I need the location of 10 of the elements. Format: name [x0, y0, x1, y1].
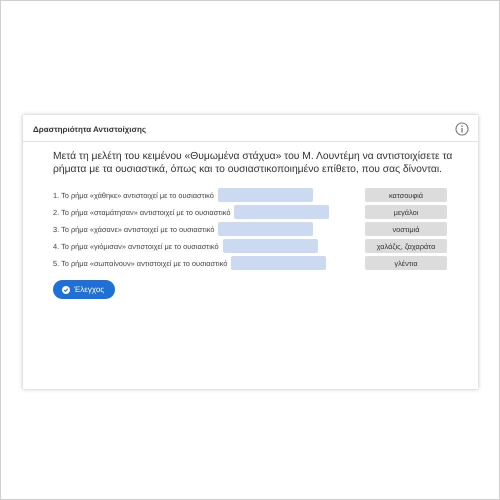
instruction-text: Μετά τη μελέτη του κειμένου «Θυμωμένα στάχυα» του Μ. Λουντέμη να αντιστοιχίσετε τα ρήματα με τα ουσιαστικά, όπως και το ουσιαστικοποιημένο επίθετο, που σας δίνονται. [53, 150, 454, 176]
answer-field[interactable] [218, 188, 313, 202]
check-icon [62, 286, 70, 294]
card-title: Δραστηριότητα Αντιστοίχισης [33, 124, 146, 134]
answer-field[interactable] [218, 222, 314, 236]
answer-field[interactable] [222, 239, 318, 253]
check-button[interactable]: Έλεγχος [53, 280, 116, 299]
info-icon[interactable] [455, 122, 469, 136]
answer-field[interactable] [234, 205, 330, 219]
answer-field[interactable] [231, 256, 326, 270]
